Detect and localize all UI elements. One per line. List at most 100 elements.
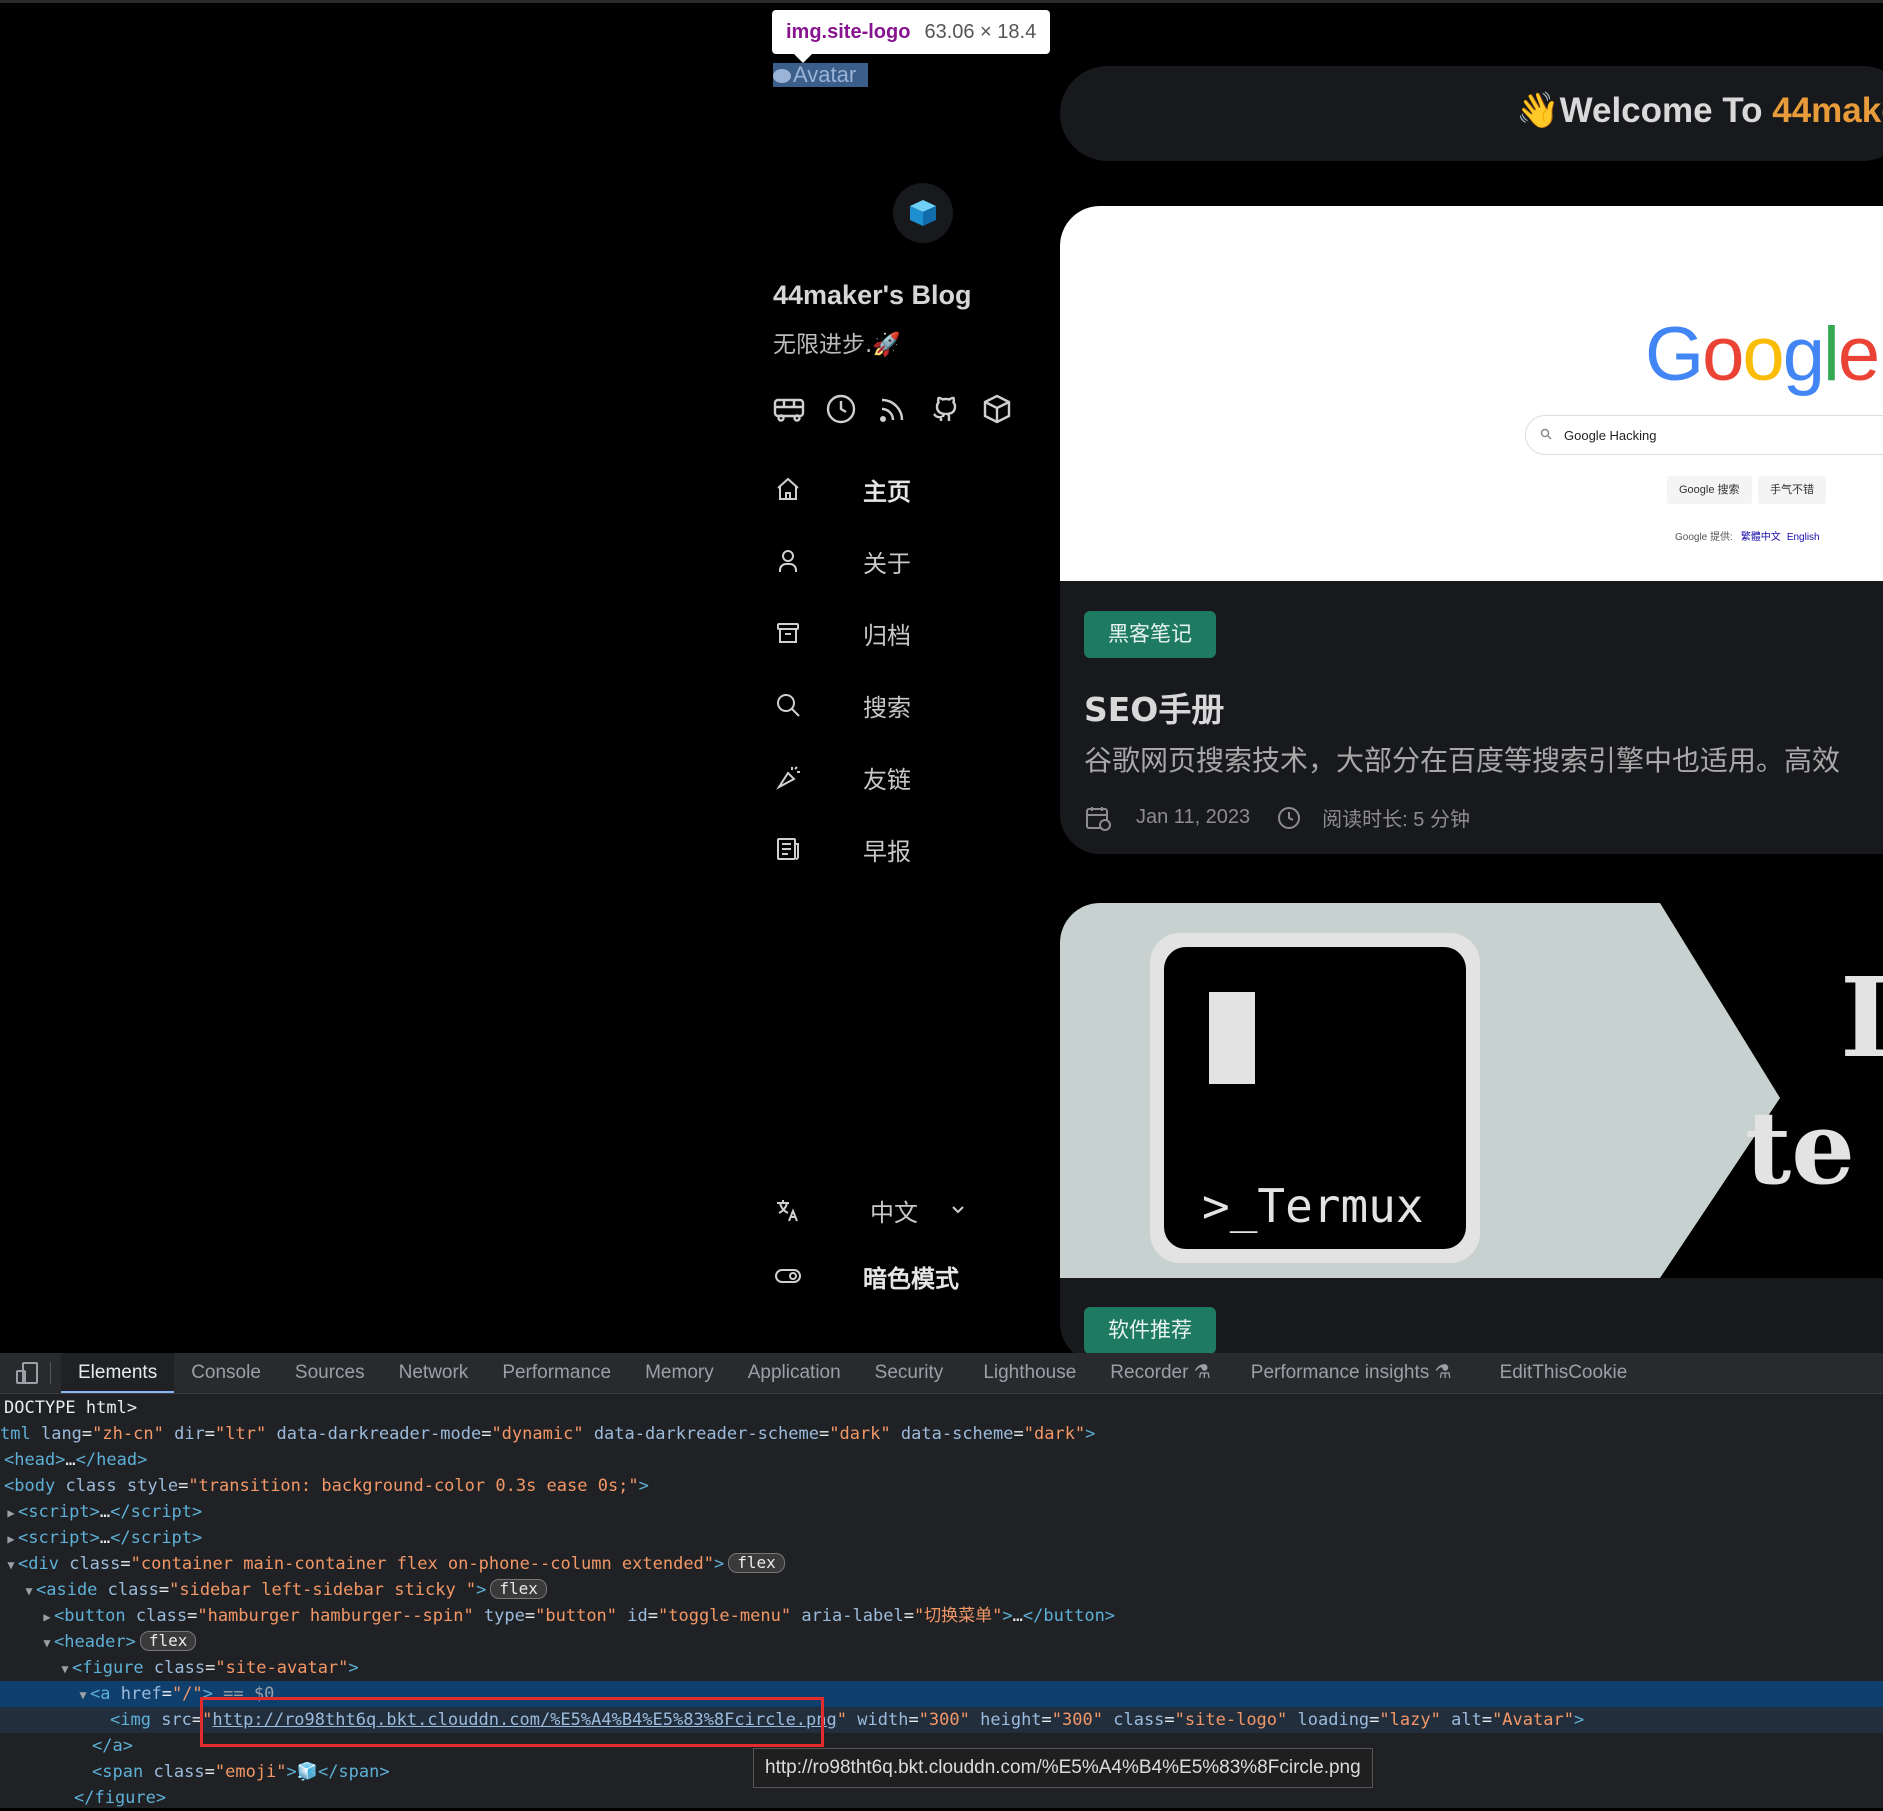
flex-badge[interactable]: flex — [139, 1631, 197, 1651]
google-search-text: Google Hacking — [1564, 428, 1657, 443]
inspector-tooltip: img.site-logo 63.06 × 18.4 — [772, 10, 1051, 63]
chevron-down-icon — [952, 1206, 964, 1214]
home-icon — [777, 477, 799, 500]
site-logo-link[interactable]: Avatar — [773, 63, 868, 87]
site-logo-alt: Avatar — [793, 63, 857, 87]
clock-icon[interactable] — [825, 393, 857, 425]
post-title[interactable]: SEO手册 — [1084, 683, 1224, 731]
cube-icon — [910, 200, 936, 226]
social-links — [773, 393, 1013, 425]
calendar-icon — [1086, 806, 1111, 831]
blog-title[interactable]: 44maker's Blog — [773, 280, 972, 311]
dom-node[interactable]: ▼ <header> flex — [0, 1629, 1883, 1655]
device-toolbar-icon[interactable] — [14, 1360, 40, 1386]
tab-sources[interactable]: Sources — [278, 1353, 382, 1393]
search-icon — [777, 694, 800, 717]
devtools-tabbar: Elements Console Sources Network Perform… — [0, 1353, 1883, 1394]
dom-node[interactable]: <body class style="transition: backgroun… — [0, 1473, 1883, 1499]
post-thumbnail[interactable]: >_Termux I te — [1060, 903, 1883, 1278]
flex-badge[interactable]: flex — [728, 1553, 785, 1573]
nav-label-archive: 归档 — [863, 621, 911, 650]
category-tag[interactable]: 黑客笔记 — [1084, 611, 1216, 658]
broken-image-icon — [773, 69, 791, 83]
github-icon[interactable] — [929, 393, 961, 425]
tab-lighthouse[interactable]: Lighthouse — [966, 1353, 1093, 1393]
dom-node[interactable]: ▼ <aside class="sidebar left-sidebar stic… — [0, 1577, 1883, 1603]
link-icon — [776, 766, 800, 790]
google-footer-link: English — [1786, 532, 1820, 543]
welcome-text: 👋Welcome To 44maker — [1516, 90, 1883, 131]
post-reading-time: 阅读时长: 5 分钟 — [1322, 809, 1470, 831]
dom-node[interactable]: ▼ <figure class="site-avatar"> — [0, 1655, 1883, 1681]
post-card[interactable]: Google Google Hacking Google 搜索 手气不错 Goo… — [1060, 206, 1883, 854]
dom-node[interactable]: <head>…</head> — [0, 1447, 1883, 1473]
nav-label-news: 早报 — [863, 837, 911, 866]
google-logo: Google — [1645, 312, 1880, 397]
category-tag[interactable]: 软件推荐 — [1084, 1307, 1216, 1353]
dom-node[interactable]: ▼ <div class="container main-container fl… — [0, 1551, 1883, 1577]
bus-icon[interactable] — [773, 393, 805, 425]
dom-node[interactable]: tml lang="zh-cn" dir="ltr" data-darkread… — [0, 1421, 1883, 1447]
google-footer: Google 提供: 繁體中文 English — [1675, 528, 1820, 543]
dom-node[interactable]: </figure> — [0, 1785, 1883, 1811]
toggle-icon — [775, 1269, 801, 1283]
flex-badge[interactable]: flex — [490, 1579, 547, 1599]
translate-icon — [777, 1200, 798, 1222]
dom-node[interactable]: ▶ <script>…</script> — [0, 1499, 1883, 1525]
termux-text: >_Termux — [1202, 1179, 1424, 1233]
dom-node[interactable]: ▶ <button class="hamburger hamburger--spi… — [0, 1603, 1883, 1629]
post-description: 谷歌网页搜索技术，大部分在百度等搜索引擎中也适用。高效 — [1084, 744, 1841, 777]
post-card[interactable]: >_Termux I te 软件推荐 — [1060, 903, 1883, 1353]
tab-security[interactable]: Security — [858, 1353, 961, 1393]
site-emoji-badge — [893, 183, 953, 243]
inspector-size: 63.06 × 18.4 — [924, 20, 1037, 43]
rss-icon[interactable] — [877, 393, 909, 425]
tab-performance-insights-label: Performance insights — [1250, 1362, 1430, 1383]
language-label: 中文 — [870, 1198, 918, 1227]
tab-performance[interactable]: Performance — [485, 1353, 628, 1393]
google-footer-link: 繁體中文 — [1740, 532, 1781, 543]
google-search-button: Google 搜索 — [1667, 476, 1752, 504]
welcome-prefix: Welcome To — [1559, 91, 1773, 130]
tab-elements[interactable]: Elements — [61, 1353, 175, 1393]
termux-cursor — [1209, 992, 1255, 1084]
nav-item-search[interactable]: 搜索 — [773, 685, 911, 725]
flask-icon: ⚗ — [1434, 1362, 1452, 1383]
post-thumbnail[interactable]: Google Google Hacking Google 搜索 手气不错 Goo… — [1060, 206, 1883, 581]
thumbnail-big-letter: I — [1840, 953, 1883, 1082]
nav-item-archive[interactable]: 归档 — [773, 613, 911, 653]
inspector-selector: img.site-logo — [786, 20, 911, 43]
tabbar-divider — [50, 1362, 51, 1384]
highlight-box — [200, 1697, 824, 1747]
nav-item-home[interactable]: 主页 — [773, 469, 911, 509]
clock-icon — [1278, 806, 1301, 829]
tab-memory[interactable]: Memory — [628, 1353, 731, 1393]
url-hover-tooltip: http://ro98tht6q.bkt.clouddn.com/%E5%A4%… — [753, 1748, 1373, 1788]
dark-mode-toggle[interactable]: 暗色模式 — [773, 1256, 959, 1296]
termux-logo: >_Termux — [1150, 933, 1480, 1263]
tab-performance-insights[interactable]: Performance insights ⚗ — [1234, 1353, 1469, 1393]
welcome-accent: 44maker — [1772, 91, 1883, 130]
nav-item-links[interactable]: 友链 — [773, 757, 911, 797]
nav-label-about: 关于 — [863, 549, 911, 578]
tab-recorder[interactable]: Recorder ⚗ — [1093, 1353, 1227, 1393]
tab-application[interactable]: Application — [731, 1353, 858, 1393]
search-icon — [1540, 428, 1552, 440]
google-search-box: Google Hacking — [1525, 415, 1883, 455]
tab-network[interactable]: Network — [382, 1353, 486, 1393]
nav-item-about[interactable]: 关于 — [773, 541, 911, 581]
nav-item-news[interactable]: 早报 — [773, 829, 911, 869]
language-selector[interactable]: 中文 — [773, 1190, 964, 1230]
nav-label-home: 主页 — [863, 477, 911, 506]
page-viewport: img.site-logo 63.06 × 18.4 Avatar 44make… — [0, 3, 1883, 1353]
tab-editthiscookie[interactable]: EditThisCookie — [1483, 1353, 1645, 1393]
archive-icon — [777, 623, 799, 643]
tab-recorder-label: Recorder — [1110, 1362, 1189, 1383]
dom-node[interactable]: ▶ <script>…</script> — [0, 1525, 1883, 1551]
nav-label-links: 友链 — [863, 765, 911, 794]
box-icon[interactable] — [981, 393, 1013, 425]
nav-label-search: 搜索 — [863, 693, 911, 722]
post-meta: Jan 11, 2023 阅读时长: 5 分钟 — [1084, 803, 1470, 832]
tab-console[interactable]: Console — [174, 1353, 278, 1393]
dom-node[interactable]: DOCTYPE html> — [0, 1395, 1883, 1421]
